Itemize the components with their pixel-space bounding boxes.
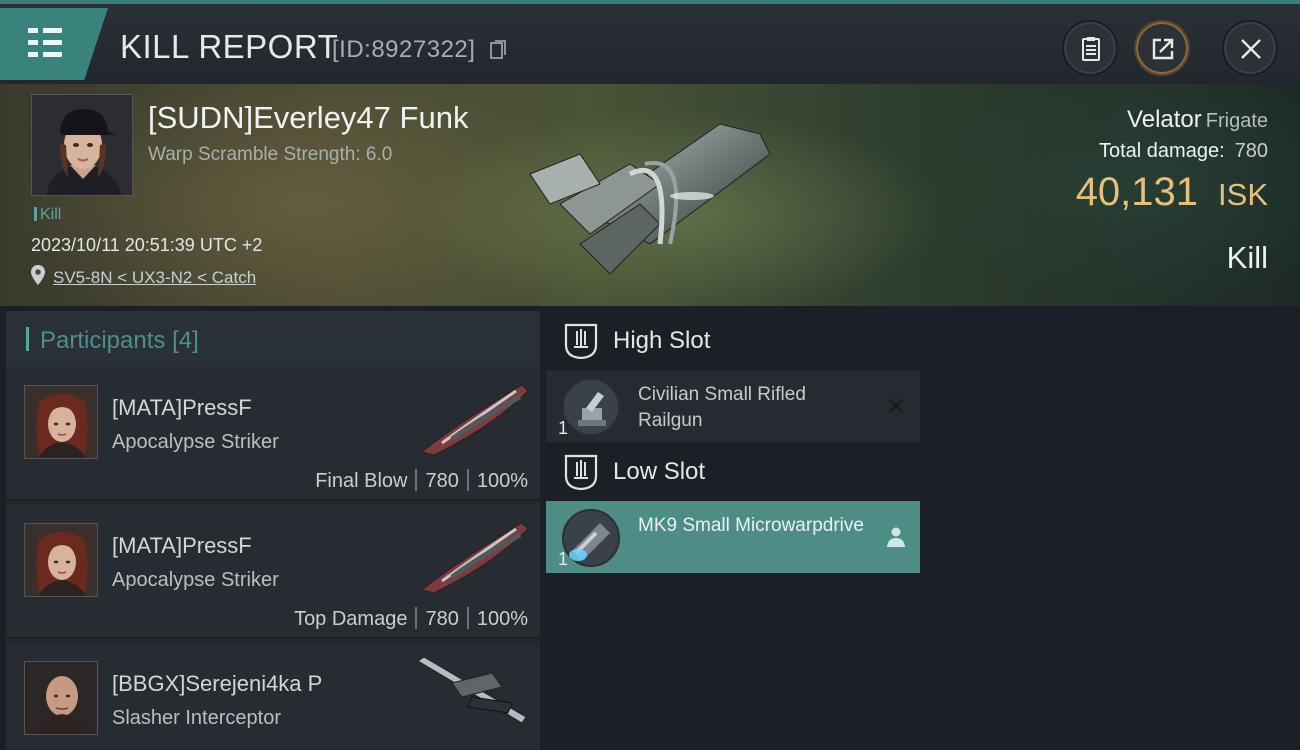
- kill-result: Kill: [1226, 240, 1268, 275]
- divider: [466, 469, 469, 491]
- high-slot-title: High Slot: [613, 327, 711, 354]
- kill-datetime: 2023/10/11 20:51:39 UTC +2: [31, 235, 263, 255]
- ship-name: Velator: [1127, 106, 1202, 133]
- close-button[interactable]: [1222, 20, 1278, 76]
- top-bar: KILL REPORT [ID:8927322]: [0, 0, 1300, 84]
- participant-avatar: [24, 523, 98, 597]
- hamburger-notch: [38, 52, 43, 57]
- total-damage-label: Total damage:: [1098, 140, 1225, 162]
- isk-amount: 40,131: [1075, 170, 1199, 214]
- high-slot-header: High Slot: [546, 311, 920, 371]
- participants-count: [4]: [172, 327, 199, 354]
- low-slot-title: Low Slot: [613, 458, 706, 485]
- hamburger-notch: [38, 40, 43, 45]
- participant-name: [MATA]PressF: [112, 395, 252, 420]
- module-microwarpdrive[interactable]: 1 MK9 Small Microwarpdrive: [546, 501, 920, 573]
- participant-avatar: [24, 661, 98, 735]
- participant-avatar: [24, 385, 98, 459]
- hamburger-icon-bar: [28, 40, 62, 45]
- pilot-portrait-image: [25, 386, 97, 458]
- divider: [415, 607, 418, 629]
- hamburger-notch: [38, 28, 43, 33]
- victim-ship[interactable]: Velator Frigate: [1127, 106, 1268, 134]
- share-button[interactable]: [1134, 20, 1190, 76]
- participant-stats: Top Damage 780 100%: [294, 607, 528, 631]
- pilot-portrait-image: [25, 662, 97, 734]
- module-name: Civilian Small Rifled Railgun: [638, 384, 806, 431]
- high-slot-icon: [564, 323, 598, 359]
- participant-damage: 780: [425, 470, 459, 492]
- clipboard-icon: [1082, 37, 1100, 61]
- participants-title: Participants [4]: [40, 327, 199, 355]
- isk-unit: ISK: [1218, 177, 1268, 212]
- participant-ship-image: [420, 522, 529, 594]
- module-quantity: 1: [558, 549, 569, 569]
- warp-scramble-strength: Warp Scramble Strength: 6.0: [148, 144, 393, 165]
- menu-button[interactable]: [0, 8, 108, 80]
- page-title: KILL REPORT: [120, 28, 339, 65]
- destroyed-x-icon: [888, 398, 904, 414]
- pilot-portrait-image: [32, 95, 132, 195]
- ship-class: Frigate: [1205, 110, 1268, 132]
- kill-tag: Kill: [34, 206, 61, 224]
- pilot-portrait-image: [25, 524, 97, 596]
- participant-row[interactable]: [MATA]PressF Apocalypse Striker Top Dama…: [6, 505, 540, 639]
- participant-name: [BBGX]Serejeni4ka P: [112, 671, 323, 696]
- hamburger-icon: [28, 28, 62, 33]
- divider: [415, 469, 418, 491]
- total-damage: Total damage: 780: [1099, 140, 1268, 163]
- participant-ship: Apocalypse Striker: [112, 569, 279, 591]
- participant-name: [MATA]PressF: [112, 533, 252, 558]
- microwarpdrive-icon: [562, 509, 620, 567]
- participant-stats: Final Blow 780 100%: [315, 469, 528, 493]
- low-slot-header: Low Slot: [546, 442, 920, 502]
- victim-name[interactable]: [SUDN]Everley47 Funk: [148, 100, 468, 136]
- share-icon: [1152, 38, 1174, 60]
- participant-ship: Apocalypse Striker: [112, 431, 279, 453]
- total-damage-value: 780: [1234, 140, 1268, 162]
- kill-location-link[interactable]: SV5-8N < UX3-N2 < Catch: [53, 268, 256, 288]
- participant-damage: 780: [425, 608, 459, 630]
- copy-icon[interactable]: [490, 40, 506, 60]
- location-pin-icon: [31, 265, 45, 285]
- victim-avatar[interactable]: [31, 94, 133, 196]
- close-icon: [1241, 39, 1261, 59]
- railgun-icon: [562, 378, 620, 436]
- participant-percent: 100%: [476, 470, 528, 492]
- participants-header: Participants [4]: [6, 311, 540, 367]
- module-railgun[interactable]: 1 Civilian Small Rifled Railgun: [546, 370, 920, 442]
- participant-row[interactable]: [BBGX]Serejeni4ka P Slasher Interceptor: [6, 643, 540, 750]
- person-icon: [887, 527, 905, 547]
- report-id: [ID:8927322]: [332, 36, 476, 63]
- victim-panel: [SUDN]Everley47 Funk Warp Scramble Stren…: [0, 84, 1300, 306]
- module-name: MK9 Small Microwarpdrive: [638, 515, 864, 536]
- participants-panel: Participants [4] [MATA]PressF Apocalypse…: [6, 311, 540, 750]
- participant-row[interactable]: [MATA]PressF Apocalypse Striker Final Bl…: [6, 367, 540, 501]
- low-slot-icon: [564, 454, 598, 490]
- victim-ship-image: [529, 123, 771, 275]
- hamburger-icon-bar: [28, 52, 62, 57]
- participant-role: Final Blow: [315, 470, 408, 492]
- participants-label: Participants: [40, 327, 166, 354]
- participant-ship: Slasher Interceptor: [112, 707, 281, 729]
- participant-ship-image: [420, 384, 529, 456]
- participant-ship-image: [417, 656, 527, 724]
- module-quantity: 1: [558, 418, 569, 438]
- isk-value: 40,131 ISK: [1076, 170, 1268, 215]
- clipboard-button[interactable]: [1062, 20, 1118, 76]
- divider: [466, 607, 469, 629]
- participant-role: Top Damage: [294, 608, 408, 630]
- participant-percent: 100%: [476, 608, 528, 630]
